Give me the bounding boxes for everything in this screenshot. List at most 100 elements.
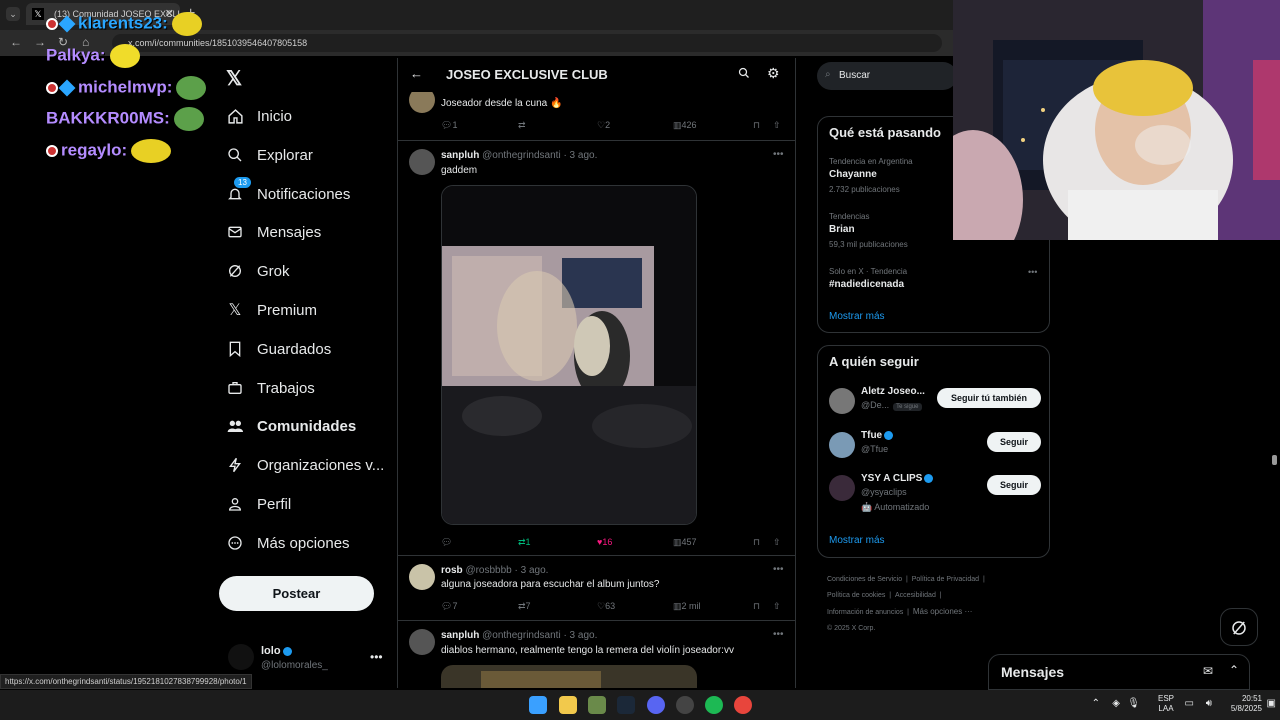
microphone-icon[interactable]: 🎙︎	[1127, 698, 1140, 709]
footer-link[interactable]: Política de cookies	[827, 592, 885, 599]
url-field[interactable]: x.com/i/communities/1851039546407805158	[112, 34, 942, 52]
trend-name[interactable]: Brian	[829, 224, 855, 235]
chat-username: BAKKKR00MS:	[46, 108, 170, 128]
sidebar-item-inicio[interactable]: Inicio	[226, 101, 292, 131]
sidebar-item-grok[interactable]: Grok	[226, 256, 290, 286]
file-explorer-icon[interactable]	[559, 696, 577, 714]
views-count[interactable]: ▥ 426	[673, 120, 697, 131]
clock[interactable]: 20:51 5/8/2025	[1231, 694, 1262, 714]
repost-button[interactable]: ⇄	[518, 120, 526, 131]
emote-icon	[176, 76, 207, 100]
footer-link[interactable]: Política de Privacidad	[912, 576, 979, 583]
like-button[interactable]: ♥ 16	[597, 537, 612, 547]
sidebar-item-trabajos[interactable]: Trabajos	[226, 373, 315, 403]
repost-button[interactable]: ⇄ 7	[518, 601, 531, 612]
post[interactable]: sanpluh @onthegrindsanti · 3 ago. ••• ga…	[398, 141, 795, 556]
footer-link[interactable]: Condiciones de Servicio	[827, 576, 902, 583]
reply-button[interactable]: 💬︎	[441, 537, 452, 548]
messages-drawer[interactable]: Mensajes ✉ ⌃	[988, 654, 1250, 690]
shield-icon[interactable]: ◈	[1112, 698, 1120, 709]
cube-badge-icon	[58, 79, 76, 97]
windows-start-icon[interactable]	[529, 696, 547, 714]
views-count[interactable]: ▥ 2 mil	[673, 601, 701, 612]
notification-icon[interactable]: ▣	[1267, 698, 1276, 709]
x-favicon-icon: 𝕏	[32, 8, 44, 20]
show-more-link[interactable]: Mostrar más	[829, 311, 885, 322]
follow-button[interactable]: Seguir	[987, 432, 1041, 452]
post-image[interactable]	[441, 185, 697, 525]
discord-icon[interactable]	[647, 696, 665, 714]
scrollbar[interactable]	[1272, 455, 1277, 465]
bookmark-icon[interactable]: ⊓	[753, 120, 760, 131]
follow-suggestion[interactable]: Aletz Joseo... @De... Te sigue Seguir tú …	[829, 386, 1041, 426]
show-more-link[interactable]: Mostrar más	[829, 535, 885, 546]
trend-name[interactable]: #nadiedicenada	[829, 279, 904, 290]
account-switcher[interactable]: lolo @lolomorales_ •••	[228, 640, 388, 680]
follow-name: Tfue	[861, 430, 883, 441]
back-arrow-icon[interactable]: ←	[410, 66, 423, 81]
share-icon[interactable]: ⇧	[773, 120, 781, 131]
sidebar-item-explorar[interactable]: Explorar	[226, 140, 313, 170]
search-input[interactable]: ⌕ Buscar	[817, 62, 957, 90]
spotify-icon[interactable]	[705, 696, 723, 714]
more-icon[interactable]: •••	[773, 149, 784, 160]
more-icon[interactable]: •••	[773, 564, 784, 575]
sidebar-item-mensajes[interactable]: Mensajes	[226, 217, 321, 247]
post-image[interactable]	[441, 665, 697, 688]
sidebar-item-premium[interactable]: 𝕏 Premium	[226, 295, 317, 325]
bookmark-icon[interactable]: ⊓	[753, 601, 760, 612]
share-icon[interactable]: ⇧	[773, 601, 781, 612]
chevron-up-icon[interactable]: ⌃	[1229, 663, 1239, 677]
chrome-icon[interactable]	[734, 696, 752, 714]
new-message-icon[interactable]: ✉	[1203, 664, 1213, 678]
sidebar-item-mas-opciones[interactable]: Más opciones	[226, 528, 350, 558]
back-icon[interactable]: ←	[10, 35, 22, 49]
more-icon[interactable]: •••	[370, 650, 383, 664]
chat-username: Palkya:	[46, 45, 106, 65]
tab-list-button[interactable]: ⌄	[6, 7, 20, 21]
share-icon[interactable]: ⇧	[773, 537, 781, 548]
reply-button[interactable]: 💬︎ 7	[441, 601, 457, 612]
post-button[interactable]: Postear	[219, 576, 374, 611]
footer-link[interactable]: Accesibilidad	[895, 592, 936, 599]
sidebar-item-organizaciones[interactable]: Organizaciones v...	[226, 450, 384, 480]
sidebar-item-comunidades[interactable]: Comunidades	[226, 411, 356, 441]
follow-suggestion[interactable]: YSY A CLIPS @ysyaclips 🤖 Automatizado Se…	[829, 473, 1041, 523]
network-icon[interactable]: ▭	[1185, 698, 1194, 709]
trend-name[interactable]: Chayanne	[829, 169, 877, 180]
sidebar-item-guardados[interactable]: Guardados	[226, 334, 331, 364]
chat-username: michelmvp:	[78, 77, 173, 97]
emote-icon	[173, 107, 204, 131]
grok-button[interactable]	[1220, 608, 1258, 646]
repost-button[interactable]: ⇄ 1	[518, 537, 531, 548]
post[interactable]: rosb @rosbbbb · 3 ago. ••• alguna josead…	[398, 556, 795, 621]
gear-icon[interactable]: ⚙	[767, 65, 780, 82]
sidebar-item-perfil[interactable]: Perfil	[226, 489, 291, 519]
steam-icon[interactable]	[617, 696, 635, 714]
search-icon[interactable]	[738, 67, 750, 82]
language-indicator[interactable]: ESP LAA	[1158, 694, 1174, 714]
more-icon[interactable]: •••	[773, 629, 784, 640]
sidebar-item-notificaciones[interactable]: 13 Notificaciones	[226, 177, 350, 209]
views-count[interactable]: ▥ 457	[673, 537, 697, 548]
reply-button[interactable]: 💬︎ 1	[441, 120, 457, 131]
app-icon[interactable]	[588, 696, 606, 714]
follow-title: A quién seguir	[829, 354, 919, 369]
more-icon[interactable]: •••	[1028, 267, 1037, 277]
post[interactable]: sanpluh @onthegrindsanti · 3 ago. ••• di…	[398, 621, 795, 688]
forward-icon[interactable]: →	[34, 35, 46, 49]
obs-icon[interactable]	[676, 696, 694, 714]
like-button[interactable]: ♡ 2	[597, 120, 610, 131]
bookmark-icon[interactable]: ⊓	[753, 537, 760, 548]
follow-button[interactable]: Seguir	[987, 475, 1041, 495]
chevron-up-icon[interactable]: ⌃	[1092, 698, 1100, 709]
footer-link[interactable]: Información de anuncios	[827, 609, 903, 616]
trend-count: 59,3 mil publicaciones	[829, 240, 908, 249]
follow-back-button[interactable]: Seguir tú también	[937, 388, 1041, 408]
post-text: Joseador desde la cuna 🔥	[441, 98, 563, 109]
search-icon: ⌕	[825, 69, 831, 80]
footer-link[interactable]: Más opciones ···	[913, 607, 973, 616]
follow-suggestion[interactable]: Tfue @Tfue Seguir	[829, 430, 1041, 470]
volume-icon[interactable]: 🔊︎	[1206, 698, 1212, 709]
like-button[interactable]: ♡ 63	[597, 601, 615, 612]
